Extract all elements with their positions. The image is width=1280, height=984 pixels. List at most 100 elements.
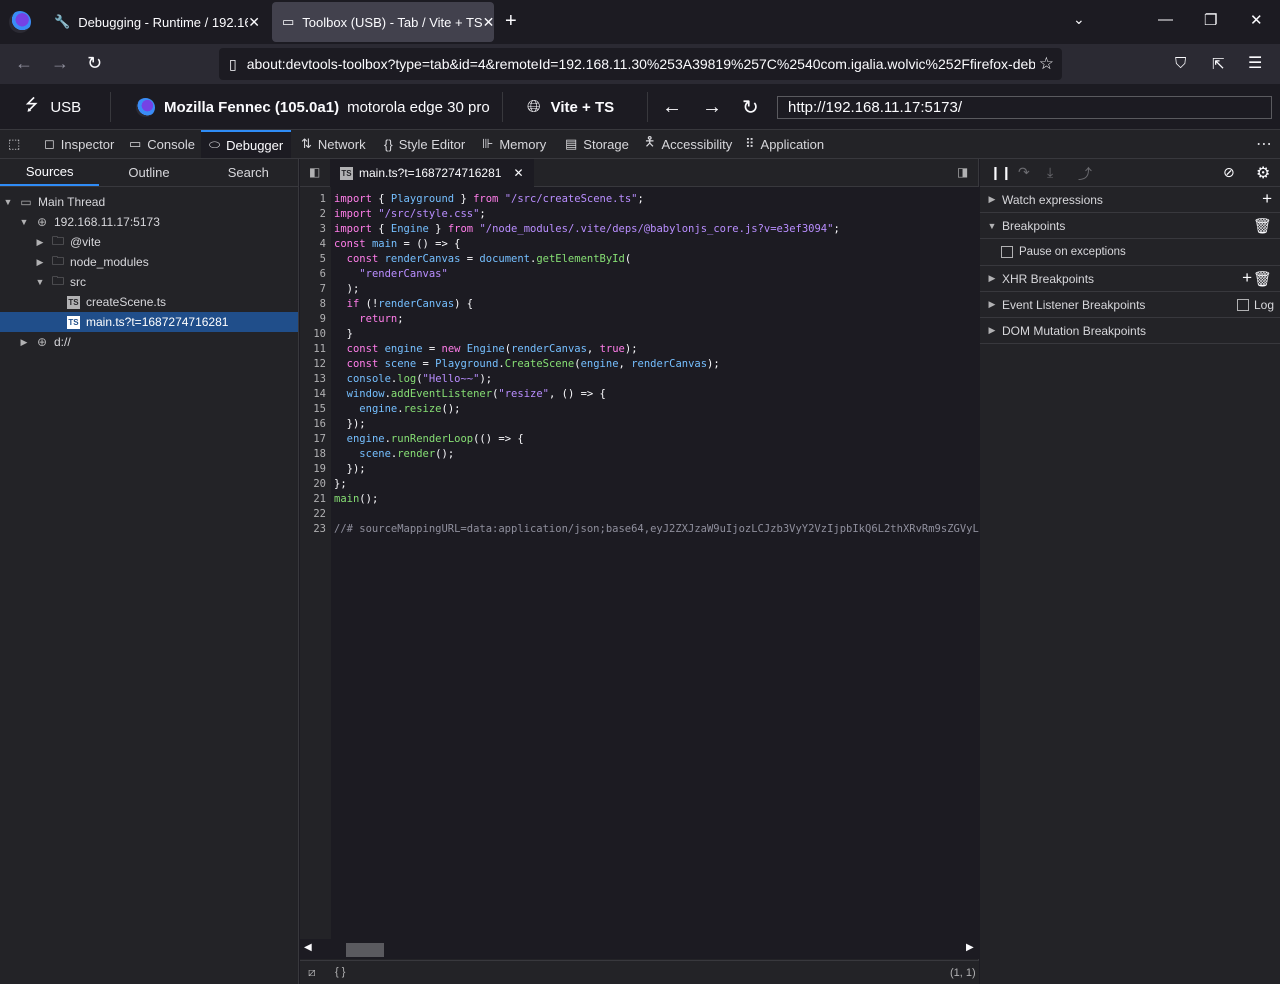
code-line: 21 main(); (300, 492, 979, 507)
tab-network[interactable]: ⇅ Network (293, 130, 374, 158)
pocket-icon[interactable]: ⛉ (1175, 55, 1186, 72)
tab-inspector[interactable]: ◻ Inspector (36, 130, 122, 158)
code-line: 19 }); (300, 462, 979, 477)
target-reload-icon[interactable]: ↻ (742, 84, 759, 130)
restore-window-icon[interactable]: ❐ (1204, 11, 1217, 29)
log-events-toggle[interactable]: Log (1236, 298, 1274, 312)
section-breakpoints[interactable]: ▼ Breakpoints 🗑︎ (980, 213, 1280, 239)
bookmark-star-icon[interactable]: ☆ (1034, 54, 1054, 74)
tab-console[interactable]: ▭ Console (121, 130, 203, 158)
target-url-input[interactable]: http://192.168.11.17:5173/ (777, 96, 1272, 119)
pause-on-exceptions-label: Pause on exceptions (1019, 246, 1126, 258)
remove-all-breakpoints-trash-icon[interactable]: 🗑︎ (1253, 217, 1272, 235)
tab-application[interactable]: ⠿ Application (737, 130, 832, 158)
globe-icon: 🌐︎ (527, 97, 541, 116)
tree-item-main-ts[interactable]: TS main.ts?t=1687274716281 (0, 312, 298, 332)
code-line: 16 }); (300, 417, 979, 432)
tab-sources[interactable]: Sources (0, 159, 100, 186)
close-tab-icon[interactable]: ✕ (248, 14, 260, 31)
add-watch-expression-icon[interactable]: + (1262, 189, 1272, 209)
deactivate-breakpoints-icon[interactable]: ⊘ (1223, 164, 1235, 181)
list-all-tabs-chevron-icon[interactable]: ⌄ (1073, 11, 1085, 28)
tree-item-createscene[interactable]: TS createScene.ts (0, 292, 298, 312)
editor-status-bar: ⧄ { } (1, 1) (300, 960, 979, 984)
editor-tab-main-ts[interactable]: TS main.ts?t=1687274716281 ✕ (330, 159, 534, 187)
code-editor[interactable]: 1 import { Playground } from "/src/create… (300, 187, 979, 939)
address-bar-url: about:devtools-toolbox?type=tab&id=4&rem… (246, 56, 1037, 72)
tree-item-label: Main Thread (38, 195, 106, 209)
target-forward-icon[interactable]: → (702, 84, 722, 130)
tree-item-host[interactable]: ▼ ⊕ 192.168.11.17:5173 (0, 212, 298, 232)
horizontal-scrollbar[interactable]: ◀ ▶ (300, 939, 979, 959)
toolbox-overflow-menu-icon[interactable]: ⋯ (1256, 130, 1272, 158)
tree-item-vite[interactable]: ▶ 🗀 @vite (0, 232, 298, 252)
tab-accessibility[interactable]: 🯅 Accessibility (636, 130, 740, 158)
toggle-right-pane-icon[interactable]: ◨ (957, 165, 968, 179)
close-tab-icon[interactable]: ✕ (483, 14, 495, 31)
scrollbar-thumb[interactable] (346, 943, 384, 957)
collapsed-arrow-icon: ▶ (20, 336, 28, 347)
pause-on-exceptions-checkbox[interactable] (1001, 246, 1013, 258)
pick-element-icon[interactable]: ⬚ (8, 130, 26, 158)
hamburger-menu-icon[interactable]: ☰ (1248, 53, 1262, 73)
forward-arrow-icon[interactable]: → (51, 53, 69, 74)
code-line: 22 (300, 507, 979, 522)
section-watch-expressions[interactable]: ▶ Watch expressions + (980, 187, 1280, 213)
back-arrow-icon[interactable]: ← (15, 53, 33, 74)
browser-tab-debugging[interactable]: 🔧 Debugging - Runtime / 192.168 ✕ (44, 2, 270, 42)
tree-item-main-thread[interactable]: ▼ ▭ Main Thread (0, 192, 298, 212)
section-label: DOM Mutation Breakpoints (1002, 323, 1147, 338)
step-out-icon[interactable]: ⤴ (1078, 164, 1092, 184)
tab-search[interactable]: Search (199, 159, 298, 186)
code-line: 15 engine.resize(); (300, 402, 979, 417)
remote-browser-info: Mozilla Fennec (105.0a1) motorola edge 3… (136, 84, 490, 130)
step-in-icon[interactable]: ⤓ (1047, 164, 1053, 181)
settings-gear-icon[interactable]: ⚙ (1256, 163, 1270, 183)
scroll-right-arrow-icon[interactable]: ▶ (966, 942, 974, 953)
tree-item-label: d:// (54, 335, 71, 349)
pause-on-exceptions-row[interactable]: Pause on exceptions (980, 239, 1280, 266)
tab-storage[interactable]: ▤ Storage (557, 130, 637, 158)
code-line: 2 import "/src/style.css"; (300, 207, 979, 222)
tree-item-node-modules[interactable]: ▶ 🗀 node_modules (0, 252, 298, 272)
new-tab-button[interactable]: + (505, 10, 517, 33)
usb-connection: ⭍ USB (25, 84, 81, 130)
remove-xhr-breakpoints-trash-icon[interactable]: 🗑︎ (1253, 270, 1272, 288)
section-dom-mutation-breakpoints[interactable]: ▶ DOM Mutation Breakpoints (980, 318, 1280, 344)
secondary-pane: ❙❙ ↷ ⤓ ⤴ ⊘ ⚙ ▶ Watch expressions + ▼ Bre… (980, 159, 1280, 984)
extensions-icon[interactable]: ⇱ (1212, 55, 1225, 73)
tab-style-editor[interactable]: {} Style Editor (376, 130, 473, 158)
tree-item-d[interactable]: ▶ ⊕ d:// (0, 332, 298, 352)
toggle-sources-pane-icon[interactable]: ◧ (309, 165, 320, 179)
pause-icon[interactable]: ❙❙ (990, 165, 1012, 181)
section-event-listener-breakpoints[interactable]: ▶ Event Listener Breakpoints Log (980, 292, 1280, 318)
step-over-icon[interactable]: ↷ (1018, 164, 1030, 181)
close-window-icon[interactable]: ✕ (1250, 11, 1263, 29)
scroll-left-arrow-icon[interactable]: ◀ (304, 942, 312, 953)
browser-tab-toolbox[interactable]: ▭ Toolbox (USB) - Tab / Vite + TS ✕ (272, 2, 494, 42)
close-editor-tab-icon[interactable]: ✕ (513, 166, 523, 180)
pretty-print-icon[interactable]: { } (335, 966, 345, 978)
target-back-icon[interactable]: ← (662, 84, 682, 130)
tree-item-label: node_modules (70, 255, 149, 269)
minimize-window-icon[interactable]: — (1158, 11, 1173, 28)
tab-memory[interactable]: ⊪ Memory (474, 130, 554, 158)
target-info: 🌐︎ Vite + TS (527, 84, 614, 130)
line-number: 13 (313, 373, 326, 385)
tab-debugger[interactable]: ⬭ Debugger (201, 130, 292, 158)
section-label: Breakpoints (1002, 218, 1066, 233)
cursor-position: (1, 1) (950, 967, 976, 979)
tree-item-src[interactable]: ▼ 🗀 src (0, 272, 298, 292)
code-line: 14 window.addEventListener("resize", () … (300, 387, 979, 402)
address-bar[interactable]: ▯ about:devtools-toolbox?type=tab&id=4&r… (219, 48, 1062, 80)
tab-label: Accessibility (661, 136, 733, 152)
source-map-toggle-icon[interactable]: ⧄ (308, 965, 316, 980)
tab-label: Storage (583, 136, 629, 152)
reload-icon[interactable]: ↻ (87, 53, 102, 74)
log-events-checkbox[interactable] (1236, 299, 1249, 311)
tab-outline[interactable]: Outline (99, 159, 198, 186)
editor-tab-bar: ◧ TS main.ts?t=1687274716281 ✕ ◨ (300, 159, 978, 187)
firefox-logo-icon[interactable] (9, 11, 31, 33)
section-xhr-breakpoints[interactable]: ▶ XHR Breakpoints + 🗑︎ (980, 266, 1280, 292)
add-xhr-breakpoint-icon[interactable]: + (1242, 268, 1252, 288)
